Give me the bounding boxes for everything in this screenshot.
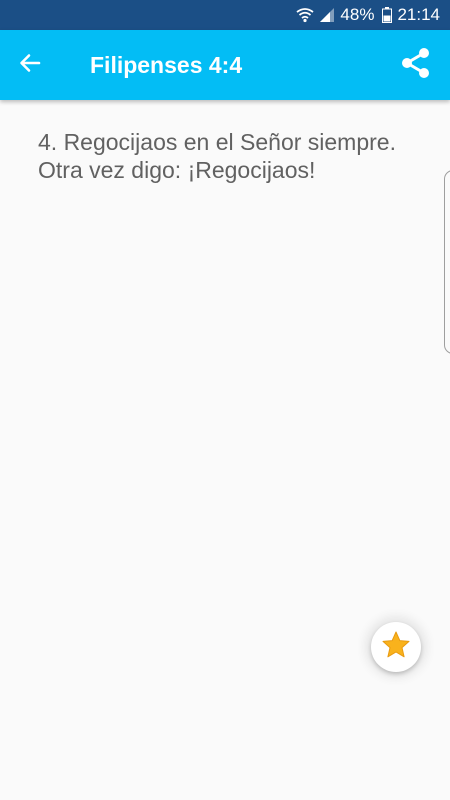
status-bar: 48% 21:14 xyxy=(0,0,450,30)
clock: 21:14 xyxy=(397,5,440,24)
share-icon xyxy=(399,46,433,85)
back-arrow-icon xyxy=(18,51,42,80)
share-button[interactable] xyxy=(394,43,438,87)
app-bar: Filipenses 4:4 xyxy=(0,30,450,100)
favorite-button[interactable] xyxy=(371,622,421,672)
scroll-handle[interactable] xyxy=(444,170,450,354)
back-button[interactable] xyxy=(10,45,50,85)
wifi-icon xyxy=(296,7,314,23)
battery-icon xyxy=(382,7,393,23)
signal-icon xyxy=(319,7,335,23)
verse-content: 4. Regocijaos en el Señor siempre. Otra … xyxy=(0,100,450,800)
star-icon xyxy=(381,630,411,665)
page-title: Filipenses 4:4 xyxy=(90,52,243,78)
battery-percent: 48% xyxy=(340,5,375,24)
verse-text: 4. Regocijaos en el Señor siempre. Otra … xyxy=(38,129,396,183)
